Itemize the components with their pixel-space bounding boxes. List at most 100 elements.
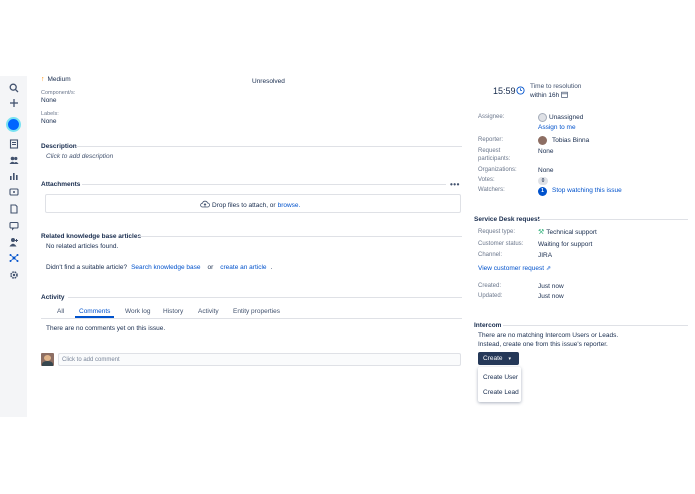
sla-within: within 16h bbox=[530, 92, 560, 99]
customer-status-label: Customer status: bbox=[478, 241, 524, 247]
kb-none-text: No related articles found. bbox=[46, 243, 119, 250]
tab-work-log[interactable]: Work log bbox=[125, 308, 151, 315]
reporter-avatar bbox=[538, 136, 547, 145]
tab-activity[interactable]: Activity bbox=[198, 308, 219, 315]
reporter-label: Reporter: bbox=[478, 137, 504, 143]
tabs-divider bbox=[41, 318, 462, 319]
created-value: Just now bbox=[538, 283, 564, 290]
kb-or: or bbox=[207, 264, 214, 271]
description-heading: Description bbox=[41, 143, 77, 150]
current-user-avatar bbox=[41, 353, 54, 366]
feedback-icon[interactable] bbox=[7, 220, 20, 232]
votes-label: Votes: bbox=[478, 177, 495, 183]
project-avatar-icon[interactable] bbox=[6, 117, 21, 132]
sla-title: Time to resolution bbox=[530, 83, 582, 90]
intercom-divider bbox=[503, 325, 688, 326]
intercom-heading: Intercom bbox=[474, 322, 502, 329]
customer-status-value: Waiting for support bbox=[538, 241, 593, 248]
knowledge-base-icon[interactable] bbox=[7, 203, 20, 215]
votes-count-badge[interactable]: 0 bbox=[538, 177, 548, 185]
organizations-value[interactable]: None bbox=[538, 167, 554, 174]
request-type-label: Request type: bbox=[478, 229, 516, 235]
calendar-icon bbox=[561, 91, 569, 100]
tab-history[interactable]: History bbox=[163, 308, 183, 315]
activity-heading: Activity bbox=[41, 294, 65, 301]
channel-value: JIRA bbox=[538, 252, 553, 259]
create-dropdown-menu: Create User Create Lead bbox=[478, 367, 521, 402]
add-ons-icon[interactable] bbox=[7, 252, 20, 264]
chevron-down-icon: ▾ bbox=[508, 355, 512, 362]
queues-icon[interactable] bbox=[7, 138, 20, 150]
priority-value: Medium bbox=[47, 76, 71, 83]
request-participants-value[interactable]: None bbox=[538, 148, 554, 155]
no-comments-text: There are no comments yet on this issue. bbox=[46, 325, 166, 332]
kb-suggestion-line: Didn't find a suitable article? Search k… bbox=[46, 264, 272, 271]
sla-time: 15:59 bbox=[493, 86, 516, 96]
sidebar bbox=[0, 76, 27, 417]
channel-label: Channel: bbox=[478, 252, 503, 258]
plus-icon[interactable] bbox=[7, 97, 20, 109]
service-desk-heading: Service Desk request bbox=[474, 216, 540, 223]
kb-heading: Related knowledge base articles bbox=[41, 233, 142, 240]
settings-gear-icon[interactable] bbox=[7, 269, 20, 281]
unassigned-avatar-icon bbox=[538, 113, 547, 122]
attachments-divider bbox=[82, 184, 446, 185]
create-button-label: Create bbox=[483, 355, 503, 362]
add-comment-input[interactable]: Click to add comment bbox=[58, 353, 461, 366]
request-participants-label: Request bbox=[478, 148, 501, 154]
attachment-dropzone[interactable]: Drop files to attach, or browse. bbox=[45, 194, 461, 213]
create-dropdown-button[interactable]: Create ▾ bbox=[478, 352, 519, 365]
reporter-value[interactable]: Tobias Binna bbox=[552, 137, 589, 144]
request-type-field[interactable]: ⚒ Technical support bbox=[538, 229, 597, 236]
create-lead-menu-item[interactable]: Create Lead bbox=[483, 389, 519, 396]
intercom-line1: There are no matching Intercom Users or … bbox=[478, 332, 619, 339]
created-label: Created: bbox=[478, 283, 502, 289]
activity-divider bbox=[68, 297, 462, 298]
resolution-value: Unresolved bbox=[252, 78, 285, 85]
labels-value[interactable]: None bbox=[41, 118, 57, 125]
assignee-value[interactable]: Unassigned bbox=[549, 114, 583, 121]
search-icon[interactable] bbox=[7, 82, 20, 94]
browse-link[interactable]: browse. bbox=[278, 202, 301, 209]
assignee-label: Assignee: bbox=[478, 114, 505, 120]
drop-files-text: Drop files to attach, or bbox=[212, 201, 276, 209]
invite-team-icon[interactable] bbox=[7, 236, 20, 248]
service-desk-divider bbox=[538, 219, 688, 220]
reports-icon[interactable] bbox=[7, 170, 20, 182]
watchers-label: Watchers: bbox=[478, 187, 505, 193]
organizations-label: Organizations: bbox=[478, 167, 517, 173]
channels-icon[interactable] bbox=[7, 186, 20, 198]
cloud-upload-icon bbox=[200, 200, 210, 210]
description-placeholder[interactable]: Click to add description bbox=[46, 153, 113, 160]
stop-watching-link[interactable]: Stop watching this issue bbox=[552, 187, 622, 194]
tab-all[interactable]: All bbox=[57, 308, 64, 315]
view-request-link-wrap[interactable]: View customer request ⇗ bbox=[478, 265, 551, 272]
kb-divider bbox=[137, 236, 462, 237]
more-actions-icon[interactable]: ••• bbox=[450, 180, 460, 189]
customers-icon[interactable] bbox=[7, 154, 20, 166]
updated-value: Just now bbox=[538, 293, 564, 300]
create-article-link[interactable]: create an article bbox=[220, 264, 266, 271]
watchers-count-badge[interactable]: 1 bbox=[538, 187, 547, 196]
components-label: Component/s: bbox=[41, 90, 76, 96]
sla-within-line: within 16h bbox=[530, 91, 569, 100]
request-participants-label-2: participants: bbox=[478, 156, 511, 162]
kb-dot: . bbox=[270, 264, 273, 271]
assign-to-me-link[interactable]: Assign to me bbox=[538, 124, 576, 131]
view-customer-request-link[interactable]: View customer request bbox=[478, 265, 544, 272]
updated-label: Updated: bbox=[478, 293, 503, 299]
sla-clock-icon bbox=[516, 86, 525, 97]
components-value[interactable]: None bbox=[41, 97, 57, 104]
attachments-heading: Attachments bbox=[41, 181, 81, 188]
tab-comments[interactable]: Comments bbox=[79, 308, 110, 315]
search-kb-link[interactable]: Search knowledge base bbox=[131, 264, 200, 271]
tab-entity-properties[interactable]: Entity properties bbox=[233, 308, 280, 315]
priority-field[interactable]: ↑ Medium bbox=[41, 76, 71, 83]
wrench-icon: ⚒ bbox=[538, 229, 545, 236]
intercom-line2: Instead, create one from this issue's re… bbox=[478, 341, 608, 348]
description-divider bbox=[76, 146, 462, 147]
request-type-value: Technical support bbox=[546, 229, 597, 236]
create-user-menu-item[interactable]: Create User bbox=[483, 374, 518, 381]
kb-question: Didn't find a suitable article? bbox=[46, 264, 128, 271]
priority-arrow-up-icon: ↑ bbox=[41, 76, 45, 83]
